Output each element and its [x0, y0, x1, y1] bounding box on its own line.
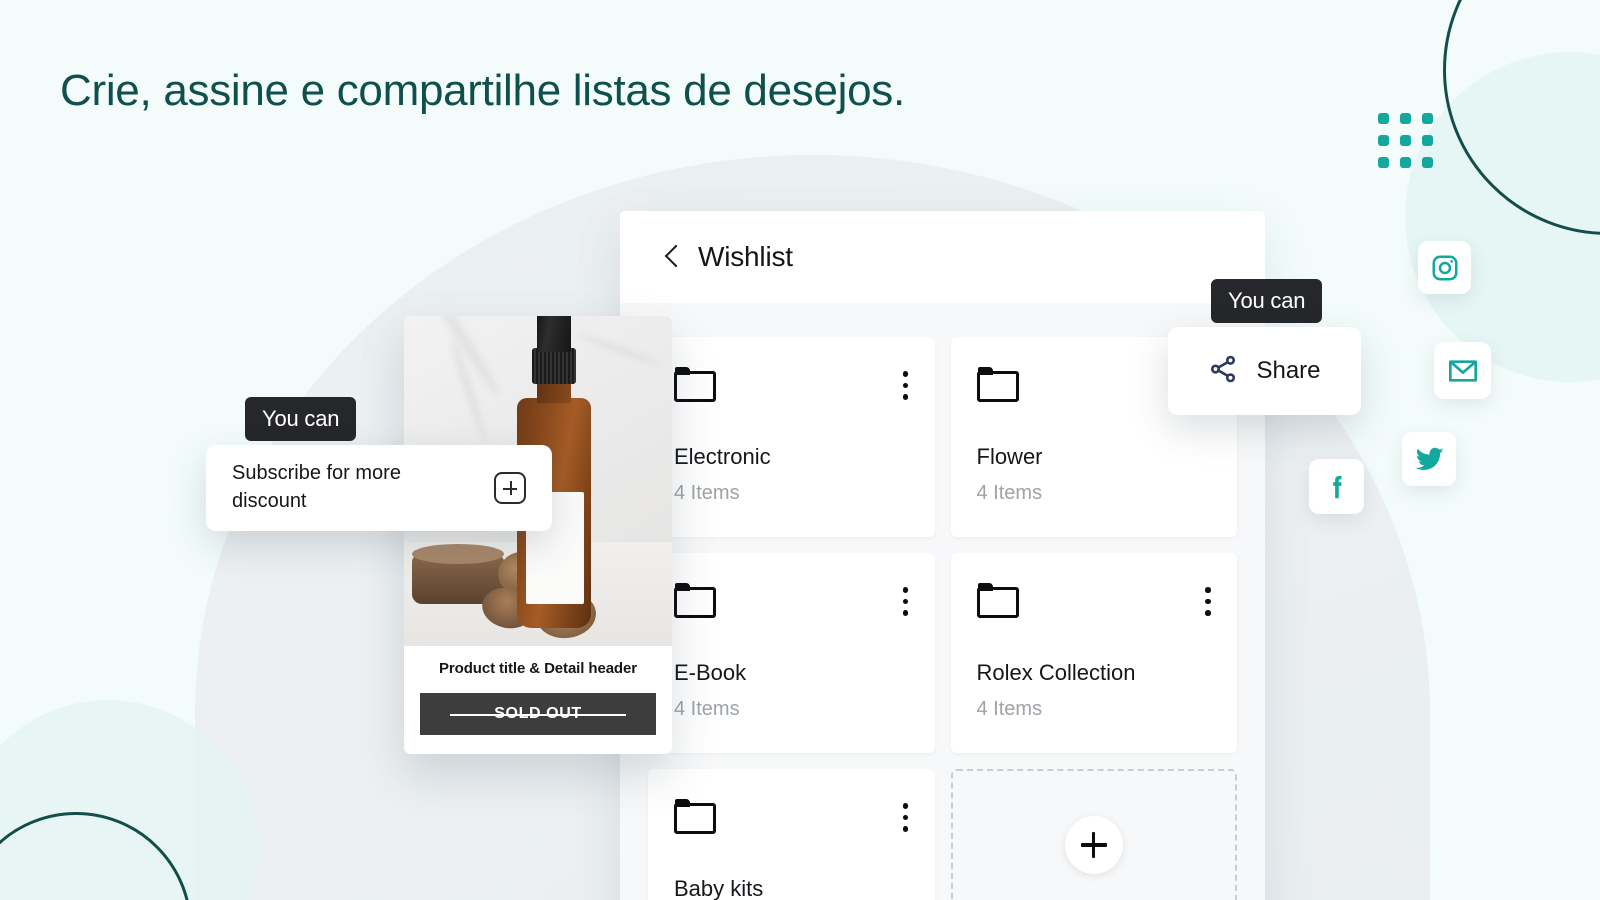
sold-out-label: SOLD OUT	[494, 705, 582, 722]
kebab-menu-icon[interactable]	[1205, 583, 1211, 616]
subscribe-tooltip-card[interactable]: Subscribe for more discount	[206, 445, 552, 531]
collection-name: E-Book	[674, 660, 747, 685]
product-card[interactable]: Product title & Detail header SOLD OUT	[404, 316, 672, 754]
collection-card[interactable]: Baby kits 4 Items	[648, 769, 935, 900]
collection-name: Baby kits	[674, 876, 764, 900]
decorative-circle-bottom-left-outline	[0, 812, 192, 900]
instagram-icon[interactable]	[1418, 241, 1471, 294]
sold-out-button[interactable]: SOLD OUT	[420, 693, 656, 735]
share-nodes-icon	[1208, 354, 1238, 389]
twitter-icon[interactable]	[1402, 432, 1456, 486]
collection-item-count: 4 Items	[674, 698, 740, 720]
kebab-menu-icon[interactable]	[902, 799, 909, 832]
folder-icon	[674, 367, 716, 402]
decorative-circle-top-right-outline	[1443, 0, 1600, 235]
collections-grid: Electronic 4 Items Flower 4 Items E-Book…	[648, 337, 1237, 900]
folder-icon	[674, 583, 716, 618]
share-tooltip-badge: You can	[1211, 279, 1323, 323]
new-collection-label: New Collection	[1020, 896, 1167, 900]
chevron-left-icon[interactable]	[665, 244, 680, 270]
share-tooltip-card[interactable]: Share	[1168, 327, 1361, 415]
page-title: Crie, assine e compartilhe listas de des…	[60, 66, 905, 115]
facebook-icon[interactable]	[1309, 459, 1364, 514]
collection-name: Flower	[976, 444, 1043, 469]
subscribe-tooltip-badge: You can	[245, 397, 357, 441]
dot-grid-decoration	[1378, 113, 1434, 169]
plus-box-icon[interactable]	[494, 472, 526, 504]
folder-icon	[976, 367, 1019, 402]
folder-icon	[674, 799, 716, 834]
collection-card[interactable]: Rolex Collection 4 Items	[950, 553, 1237, 753]
collection-item-count: 4 Items	[674, 482, 740, 504]
panel-title: Wishlist	[698, 241, 793, 272]
collection-card[interactable]: Electronic 4 Items	[648, 337, 935, 537]
product-title: Product title & Detail header	[439, 660, 637, 677]
collection-name: Rolex Collection	[976, 660, 1136, 685]
kebab-menu-icon[interactable]	[902, 583, 909, 616]
folder-icon	[976, 583, 1019, 618]
collection-name: Electronic	[674, 444, 771, 469]
product-meta: Product title & Detail header SOLD OUT	[404, 646, 672, 754]
collection-item-count: 4 Items	[976, 482, 1043, 504]
new-collection-card[interactable]: New Collection	[950, 769, 1237, 900]
kebab-menu-icon[interactable]	[902, 367, 909, 400]
email-icon[interactable]	[1434, 342, 1491, 399]
plus-icon[interactable]	[1064, 816, 1123, 874]
wishlist-panel: Wishlist Electronic 4 Items Flower 4 Ite…	[620, 211, 1265, 900]
page-root: Crie, assine e compartilhe listas de des…	[0, 0, 1600, 900]
collection-item-count: 4 Items	[976, 698, 1043, 720]
decorative-circle-top-right-filled	[1405, 52, 1600, 382]
subscribe-text: Subscribe for more discount	[232, 462, 401, 512]
share-label: Share	[1256, 357, 1321, 384]
collection-card[interactable]: E-Book 4 Items	[648, 553, 935, 753]
decorative-circle-bottom-left-filled	[0, 700, 258, 900]
panel-header: Wishlist	[620, 211, 1265, 303]
